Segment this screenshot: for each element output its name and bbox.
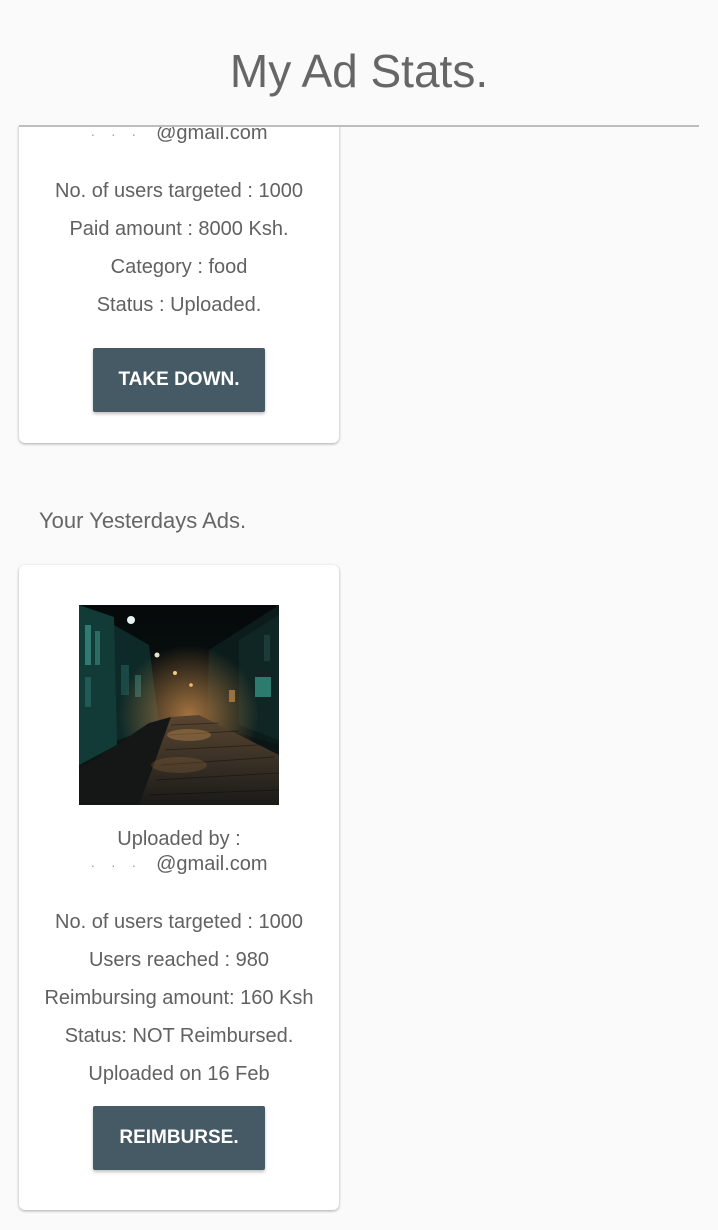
uploaded-by-label: Uploaded by : <box>117 828 241 850</box>
users-reached: Users reached : 980 <box>88 949 270 971</box>
redacted-text: · · · <box>90 856 153 873</box>
ad-stats-screen: My Ad Stats. · · · @gmail.com No. of use… <box>0 0 718 1230</box>
uploader-email: · · · @gmail.com <box>19 126 339 145</box>
users-targeted: No. of users targeted : 1000 <box>55 911 303 933</box>
page-title: My Ad Stats. <box>229 45 489 97</box>
reimburse-button[interactable]: REIMBURSE. <box>93 1106 265 1170</box>
uploader-email-text: @gmail.com <box>156 126 268 144</box>
night-street-photo-icon <box>79 605 279 805</box>
redacted-text: · · · <box>90 126 153 142</box>
current-ad-card: · · · @gmail.com No. of users targeted :… <box>19 126 339 443</box>
status: Status : Uploaded. <box>96 294 262 316</box>
uploader-email-text: @gmail.com <box>156 853 268 875</box>
users-targeted: No. of users targeted : 1000 <box>55 180 303 202</box>
yesterday-ads-heading: Your Yesterdays Ads. <box>39 508 247 533</box>
header-divider <box>19 125 699 127</box>
paid-amount: Paid amount : 8000 Ksh. <box>69 218 289 240</box>
uploader-email: · · · @gmail.com <box>19 853 339 876</box>
reimbursement-status: Status: NOT Reimbursed. <box>64 1025 294 1047</box>
uploaded-date: Uploaded on 16 Feb <box>88 1063 270 1085</box>
reimbursing-amount: Reimbursing amount: 160 Ksh <box>44 987 314 1009</box>
category: Category : food <box>110 256 248 278</box>
ad-image <box>79 605 279 805</box>
yesterday-ad-card: Uploaded by : · · · @gmail.com No. of us… <box>19 565 339 1210</box>
ads-scroll-list[interactable]: · · · @gmail.com No. of users targeted :… <box>0 126 718 1230</box>
take-down-button[interactable]: TAKE DOWN. <box>93 348 265 412</box>
